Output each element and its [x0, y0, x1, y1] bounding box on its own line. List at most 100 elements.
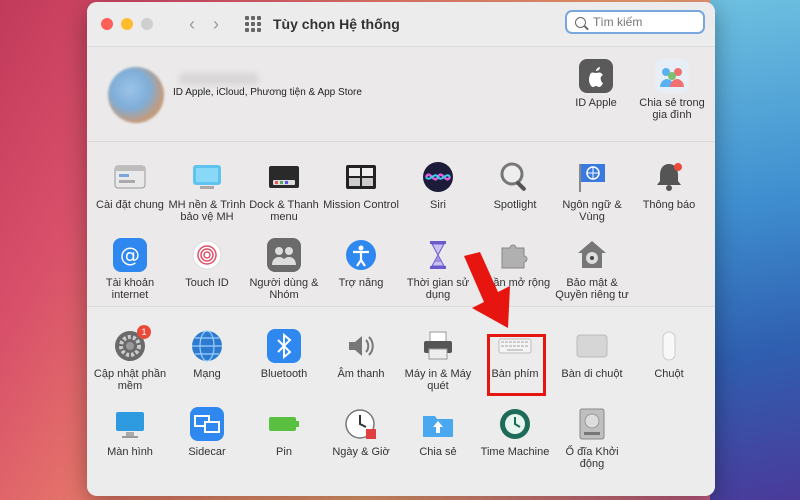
- pane-label: Người dùng & Nhóm: [249, 277, 319, 301]
- pane-label: Ngôn ngữ & Vùng: [562, 199, 622, 223]
- pane-mouse[interactable]: Chuột: [630, 329, 708, 380]
- pane-label: Tài khoản internet: [105, 277, 155, 301]
- window-title: Tùy chọn Hệ thống: [273, 16, 400, 32]
- forward-icon[interactable]: ›: [213, 14, 219, 35]
- network-icon: [190, 329, 224, 363]
- pane-printers-scanners[interactable]: Máy in & Máy quét: [399, 329, 477, 392]
- pane-language-region[interactable]: Ngôn ngữ & Vùng: [553, 160, 631, 223]
- search-field[interactable]: [565, 10, 705, 34]
- title-bar: ‹ › Tùy chọn Hệ thống: [87, 2, 715, 47]
- sidecar-icon: [190, 407, 224, 441]
- printers-scanners-icon: [421, 329, 455, 363]
- desktop-screensaver-icon: [190, 160, 224, 194]
- pane-software-update[interactable]: 1 Cập nhật phần mềm: [91, 325, 169, 392]
- accessibility-icon: [344, 238, 378, 272]
- pane-label: Bàn di chuột: [561, 368, 623, 380]
- family-sharing-pane[interactable]: Chia sẻ trong gia đình: [637, 59, 707, 121]
- family-sharing-icon: [655, 59, 689, 93]
- pane-notifications[interactable]: Thông báo: [630, 160, 708, 211]
- pane-time-machine[interactable]: Time Machine: [476, 407, 554, 458]
- displays-icon: [113, 407, 147, 441]
- pane-spotlight[interactable]: Spotlight: [476, 160, 554, 211]
- siri-icon: [421, 160, 455, 194]
- pane-label: Cài đặt chung: [96, 199, 164, 211]
- pane-startup-disk[interactable]: Ổ đĩa Khởi động: [553, 407, 631, 470]
- pane-internet-accounts[interactable]: @ Tài khoản internet: [91, 238, 169, 301]
- apple-id-label: ID Apple: [575, 97, 617, 109]
- preferences-section-2: 1 Cập nhật phần mềm Mạng Bluetooth Âm th…: [87, 307, 715, 493]
- dock-icon: [267, 160, 301, 194]
- pane-label: MH nền & Trình bảo vệ MH: [168, 199, 246, 223]
- screen-time-icon: [421, 238, 455, 272]
- pane-label: Máy in & Máy quét: [404, 368, 472, 392]
- pane-label: Mạng: [193, 368, 221, 380]
- pane-sidecar[interactable]: Sidecar: [168, 407, 246, 458]
- apple-logo-icon: [579, 59, 613, 93]
- pane-trackpad[interactable]: Bàn di chuột: [553, 329, 631, 380]
- notifications-icon: [652, 160, 686, 194]
- software-update-icon: 1: [113, 325, 151, 363]
- pane-label: Cập nhật phần mềm: [93, 368, 167, 392]
- window-controls: [101, 18, 153, 30]
- date-time-icon: [344, 407, 378, 441]
- back-icon[interactable]: ‹: [189, 14, 195, 35]
- pane-label: Bluetooth: [260, 368, 308, 380]
- spotlight-icon: [498, 160, 532, 194]
- pane-label: Chia sẻ: [419, 446, 457, 458]
- touch-id-icon: [190, 238, 224, 272]
- trackpad-icon: [575, 329, 609, 363]
- pane-label: Ngày & Giờ: [332, 446, 390, 458]
- account-section: ID Apple, iCloud, Phương tiện & App Stor…: [87, 47, 715, 142]
- pane-sharing[interactable]: Chia sẻ: [399, 407, 477, 458]
- pane-label: Pin: [276, 446, 292, 458]
- family-sharing-label: Chia sẻ trong gia đình: [639, 97, 705, 121]
- zoom-button[interactable]: [141, 18, 153, 30]
- keyboard-highlight-box: [487, 334, 546, 396]
- desktop-wallpaper: [710, 0, 800, 500]
- search-input[interactable]: [591, 14, 695, 30]
- pane-users-groups[interactable]: Người dùng & Nhóm: [245, 238, 323, 301]
- apple-id-pane[interactable]: ID Apple: [561, 59, 631, 109]
- search-icon: [575, 16, 586, 28]
- pane-network[interactable]: Mạng: [168, 329, 246, 380]
- pane-label: Sidecar: [188, 446, 226, 458]
- pane-accessibility[interactable]: Trợ năng: [322, 238, 400, 289]
- startup-disk-icon: [575, 407, 609, 441]
- blurred-user-name: [179, 73, 259, 85]
- pane-sound[interactable]: Âm thanh: [322, 329, 400, 380]
- pane-mission-control[interactable]: Mission Control: [322, 160, 400, 211]
- security-privacy-icon: [575, 238, 609, 272]
- pane-date-time[interactable]: Ngày & Giờ: [322, 407, 400, 458]
- pane-displays[interactable]: Màn hình: [91, 407, 169, 458]
- pane-general[interactable]: Cài đặt chung: [91, 160, 169, 211]
- account-label[interactable]: ID Apple, iCloud, Phương tiện & App Stor…: [173, 87, 362, 98]
- time-machine-icon: [498, 407, 532, 441]
- pane-battery[interactable]: Pin: [245, 407, 323, 458]
- pane-siri[interactable]: Siri: [399, 160, 477, 211]
- pane-label: Touch ID: [185, 277, 229, 289]
- users-groups-icon: [267, 238, 301, 272]
- pane-label: Spotlight: [493, 199, 537, 211]
- sharing-icon: [421, 407, 455, 441]
- mouse-icon: [652, 329, 686, 363]
- pane-label: Chuột: [654, 368, 684, 380]
- battery-icon: [267, 407, 301, 441]
- close-button[interactable]: [101, 18, 113, 30]
- sound-icon: [344, 329, 378, 363]
- avatar[interactable]: [108, 67, 164, 123]
- mission-control-icon: [344, 160, 378, 194]
- pane-label: Mission Control: [323, 199, 399, 211]
- pane-label: Ổ đĩa Khởi động: [565, 446, 619, 470]
- pane-dock[interactable]: Dock & Thanh menu: [245, 160, 323, 223]
- bluetooth-icon: [267, 329, 301, 363]
- update-badge: 1: [137, 325, 151, 339]
- pane-desktop-screensaver[interactable]: MH nền & Trình bảo vệ MH: [168, 160, 246, 223]
- show-all-grid-icon[interactable]: [245, 16, 261, 32]
- pane-bluetooth[interactable]: Bluetooth: [245, 329, 323, 380]
- pane-touch-id[interactable]: Touch ID: [168, 238, 246, 289]
- preferences-section-1: Cài đặt chung MH nền & Trình bảo vệ MH D…: [87, 142, 715, 307]
- minimize-button[interactable]: [121, 18, 133, 30]
- annotation-arrow-icon: [464, 252, 510, 328]
- pane-label: Thông báo: [642, 199, 696, 211]
- pane-security-privacy[interactable]: Bảo mật & Quyền riêng tư: [553, 238, 631, 301]
